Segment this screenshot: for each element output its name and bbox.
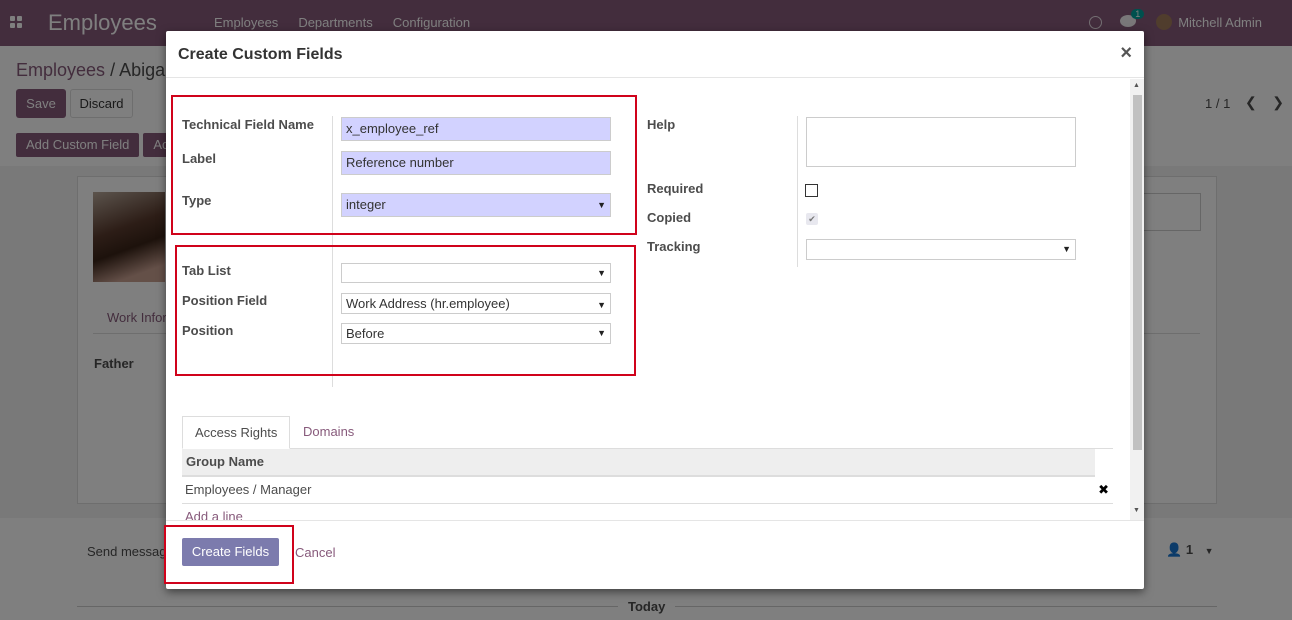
chevron-down-icon: ▼ [1062,244,1071,254]
tracking-label: Tracking [647,239,701,254]
help-textarea[interactable] [806,117,1076,167]
dialog-scrollbar[interactable]: ▲ ▼ [1130,79,1144,520]
chevron-down-icon: ▼ [597,328,606,338]
divider [332,116,333,387]
type-select[interactable]: integer ▼ [341,193,611,217]
chevron-down-icon: ▼ [597,268,606,278]
create-fields-button[interactable]: Create Fields [182,538,279,566]
scroll-up-icon[interactable]: ▲ [1133,82,1140,89]
label-label: Label [182,151,216,166]
required-checkbox[interactable] [805,184,818,197]
chevron-down-icon: ▼ [597,300,606,310]
copied-checkbox: ✔ [806,213,818,225]
table-header-group-name[interactable]: Group Name [182,449,1095,477]
technical-field-name-label: Technical Field Name [182,117,314,132]
technical-field-name-value: x_employee_ref [346,121,439,136]
position-field-select[interactable]: Work Address (hr.employee) ▼ [341,293,611,314]
required-label: Required [647,181,704,196]
label-value: Reference number [346,155,454,170]
position-field-value: Work Address (hr.employee) [346,296,510,311]
notebook-tabs: Access Rights Domains [182,416,1113,449]
tracking-select[interactable]: ▼ [806,239,1076,260]
dialog-title: Create Custom Fields [178,46,343,63]
label-input[interactable]: Reference number [341,151,611,175]
dialog-body: Technical Field Name Label Type x_employ… [166,79,1144,520]
create-custom-fields-dialog: Create Custom Fields × Technical Field N… [164,31,1144,589]
copied-label: Copied [647,210,692,225]
position-value: Before [346,326,385,341]
tab-domains[interactable]: Domains [291,416,366,449]
chevron-down-icon: ▼ [597,200,606,210]
scroll-down-icon[interactable]: ▼ [1133,507,1140,514]
cancel-button[interactable]: Cancel [295,545,335,560]
position-label: Position [182,323,234,338]
help-label: Help [647,117,676,132]
divider [797,116,798,267]
tab-access-rights[interactable]: Access Rights [182,416,291,449]
scroll-thumb[interactable] [1133,95,1142,450]
dialog-header: Create Custom Fields × [166,31,1144,78]
position-select[interactable]: Before ▼ [341,323,611,344]
position-field-label: Position Field [182,293,268,308]
type-value: integer [346,197,386,212]
group-name-cell: Employees / Manager [185,482,312,497]
tab-list-select[interactable]: ▼ [341,263,611,283]
add-a-line-link[interactable]: Add a line [185,509,243,520]
technical-field-name-input[interactable]: x_employee_ref [341,117,611,141]
type-label: Type [182,193,212,208]
dialog-footer: Create Fields Cancel [164,520,1144,589]
table-row[interactable]: Employees / Manager ✖ [182,477,1113,504]
delete-row-icon[interactable]: ✖ [1098,477,1109,503]
close-icon[interactable]: × [1120,42,1132,65]
tab-list-label: Tab List [182,263,231,278]
